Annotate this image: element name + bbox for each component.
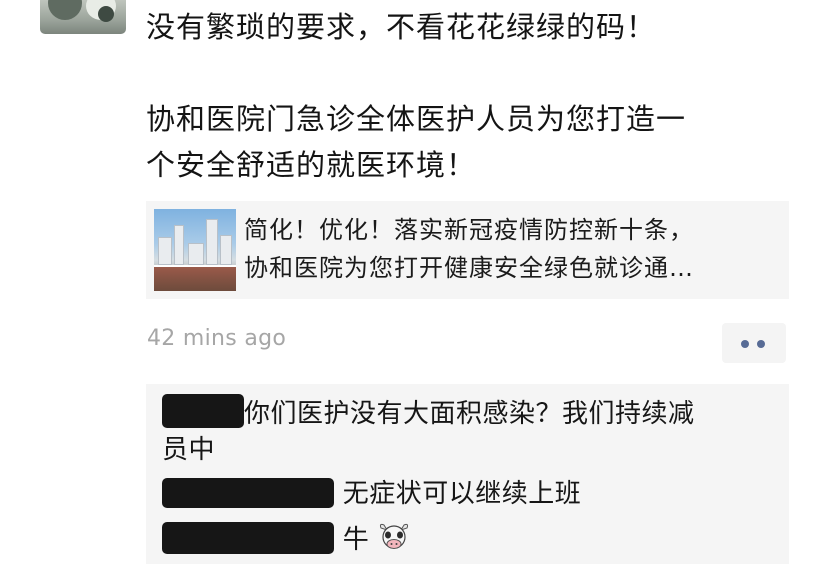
comment-text: 你们医护没有大面积感染？我们持续减 [244, 399, 695, 429]
comment-item[interactable]: 你们医护没有大面积感染？我们持续减 员中 [162, 394, 775, 468]
avatar-image-detail [98, 6, 114, 22]
comments-section: 你们医护没有大面积感染？我们持续减 员中 无症状可以继续上班 牛 [146, 384, 789, 564]
commenter-name-redacted [162, 522, 334, 558]
article-title: 简化！优化！落实新冠疫情防控新十条， 协和医院为您打开健康安全绿色就诊通… [244, 211, 779, 287]
avatar[interactable] [40, 0, 126, 34]
comment-text: 无症状可以继续上班 [342, 479, 582, 509]
comment-text: 员中 [162, 435, 216, 465]
post-line: 没有繁琐的要求，不看花花绿绿的码！ [146, 10, 657, 44]
shared-article-card[interactable]: 简化！优化！落实新冠疫情防控新十条， 协和医院为您打开健康安全绿色就诊通… [146, 201, 789, 299]
commenter-name-redacted [162, 476, 334, 512]
moments-post: 没有繁琐的要求，不看花花绿绿的码！ 协和医院门急诊全体医护人员为您打造一 个安全… [0, 0, 828, 578]
post-line: 个安全舒适的就医环境！ [146, 148, 477, 182]
ox-face-icon [379, 523, 409, 549]
avatar-image-detail [48, 0, 82, 20]
article-title-line: 协和医院为您打开健康安全绿色就诊通… [244, 254, 694, 282]
article-thumbnail [154, 209, 236, 291]
article-title-line: 简化！优化！落实新冠疫情防控新十条， [244, 216, 694, 244]
ellipsis-icon [741, 340, 749, 348]
post-timestamp: 42 mins ago [147, 326, 287, 351]
comment-item[interactable]: 无症状可以继续上班 [162, 476, 775, 512]
commenter-name-redacted [162, 394, 244, 432]
post-line [146, 50, 796, 96]
ellipsis-icon [757, 340, 765, 348]
comment-text: 牛 [342, 525, 370, 555]
more-actions-button[interactable] [722, 323, 786, 363]
post-line: 协和医院门急诊全体医护人员为您打造一 [146, 102, 687, 136]
comment-item[interactable]: 牛 [162, 522, 775, 558]
post-body: 没有繁琐的要求，不看花花绿绿的码！ 协和医院门急诊全体医护人员为您打造一 个安全… [146, 4, 796, 188]
